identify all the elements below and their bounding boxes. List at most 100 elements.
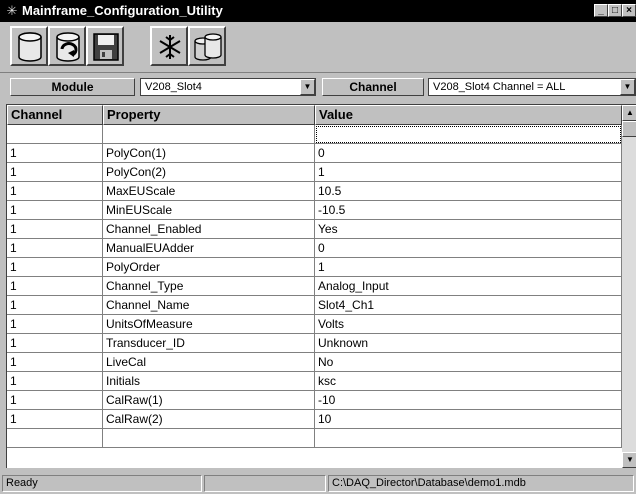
cell-value[interactable] [315,429,622,448]
property-grid[interactable]: Channel Property Value 1 PolyCon(1) 0 1 Poly… [6,104,636,468]
cell-channel: 1 [7,201,103,220]
chevron-down-icon[interactable]: ▼ [300,79,315,95]
channel-label: Channel [322,78,424,96]
minimize-button[interactable]: _ [594,4,608,17]
cell-channel: 1 [7,239,103,258]
cell-value[interactable]: -10 [315,391,622,410]
status-panel-middle [204,475,326,492]
cell-value[interactable]: 1 [315,258,622,277]
table-row[interactable]: 1 Channel_Type Analog_Input [7,277,622,296]
database-icon [18,32,42,62]
cell-channel: 1 [7,220,103,239]
cell-property: MaxEUScale [103,182,315,201]
status-bar: Ready C:\DAQ_Director\Database\demo1.mdb [0,472,636,494]
cell-property: MinEUScale [103,201,315,220]
module-label: Module [10,78,135,96]
cell-channel: 1 [7,315,103,334]
module-dropdown[interactable]: V208_Slot4 ▼ [140,78,316,96]
cell-channel [7,125,103,144]
window-title: Mainframe_Configuration_Utility [22,3,223,18]
title-bar[interactable]: ✳ Mainframe_Configuration_Utility _ □ × [0,0,636,22]
table-row[interactable]: 1 Transducer_ID Unknown [7,334,622,353]
cell-value[interactable]: -10.5 [315,201,622,220]
database-refresh-icon [56,32,80,62]
cell-property: UnitsOfMeasure [103,315,315,334]
table-row[interactable]: 1 PolyCon(2) 1 [7,163,622,182]
cell-channel: 1 [7,277,103,296]
scroll-up-button[interactable]: ▲ [622,105,636,121]
table-row[interactable]: 1 Initials ksc [7,372,622,391]
app-icon: ✳ [6,3,18,18]
table-row[interactable]: 1 UnitsOfMeasure Volts [7,315,622,334]
cell-value[interactable]: No [315,353,622,372]
cell-value[interactable]: Volts [315,315,622,334]
status-database-path: C:\DAQ_Director\Database\demo1.mdb [328,475,634,492]
channel-dropdown[interactable]: V208_Slot4 Channel = ALL ▼ [428,78,636,96]
column-header-value[interactable]: Value [315,105,622,125]
column-header-channel[interactable]: Channel [7,105,103,125]
maximize-button[interactable]: □ [608,4,622,17]
module-value: V208_Slot4 [145,81,202,93]
save-icon [93,33,119,61]
chevron-down-icon[interactable]: ▼ [620,79,635,95]
freeze-button[interactable] [150,26,188,66]
cell-value[interactable]: Analog_Input [315,277,622,296]
cell-property: LiveCal [103,353,315,372]
cell-channel: 1 [7,334,103,353]
save-button[interactable] [86,26,124,66]
cell-value[interactable]: 0 [315,239,622,258]
cell-value[interactable]: 1 [315,163,622,182]
cell-value[interactable]: Slot4_Ch1 [315,296,622,315]
table-row[interactable]: 1 LiveCal No [7,353,622,372]
table-row[interactable]: 1 CalRaw(2) 10 [7,410,622,429]
refresh-database-button[interactable] [48,26,86,66]
databases-icon [194,33,222,61]
table-row[interactable]: 1 Channel_Name Slot4_Ch1 [7,296,622,315]
cell-channel: 1 [7,163,103,182]
cell-property [103,429,315,448]
cell-value[interactable]: 0 [315,144,622,163]
cell-property: Channel_Enabled [103,220,315,239]
toolbar [0,22,636,73]
table-row[interactable]: 1 PolyCon(1) 0 [7,144,622,163]
table-row[interactable]: 1 MaxEUScale 10.5 [7,182,622,201]
cell-value[interactable]: 10 [315,410,622,429]
table-row[interactable]: 1 Channel_Enabled Yes [7,220,622,239]
grid-header: Channel Property Value [7,105,622,125]
cell-channel: 1 [7,410,103,429]
cell-channel [7,429,103,448]
vertical-scrollbar[interactable]: ▲ ▼ [622,105,636,468]
table-row[interactable]: 1 CalRaw(1) -10 [7,391,622,410]
cell-property: PolyCon(2) [103,163,315,182]
column-header-property[interactable]: Property [103,105,315,125]
cell-channel: 1 [7,391,103,410]
table-row[interactable]: 1 ManualEUAdder 0 [7,239,622,258]
cell-channel: 1 [7,182,103,201]
cell-channel: 1 [7,372,103,391]
cell-value[interactable]: Unknown [315,334,622,353]
cell-value[interactable]: 10.5 [315,182,622,201]
table-row[interactable]: 1 MinEUScale -10.5 [7,201,622,220]
cell-value[interactable]: Yes [315,220,622,239]
close-button[interactable]: × [622,4,636,17]
cell-property: CalRaw(1) [103,391,315,410]
cell-property: PolyOrder [103,258,315,277]
cell-property [103,125,315,144]
table-row[interactable] [7,429,622,448]
table-row[interactable]: 1 PolyOrder 1 [7,258,622,277]
cell-property: ManualEUAdder [103,239,315,258]
cell-channel: 1 [7,258,103,277]
status-text: Ready [2,475,202,492]
multi-database-button[interactable] [188,26,226,66]
cell-property: Channel_Type [103,277,315,296]
cell-property: Channel_Name [103,296,315,315]
cell-value[interactable]: ksc [315,372,622,391]
cell-channel: 1 [7,144,103,163]
table-row[interactable] [7,125,622,144]
cell-property: CalRaw(2) [103,410,315,429]
snowflake-icon [159,35,181,59]
cell-value[interactable] [315,125,622,144]
open-database-button[interactable] [10,26,48,66]
scroll-down-button[interactable]: ▼ [622,452,636,468]
scroll-thumb[interactable] [622,121,636,137]
